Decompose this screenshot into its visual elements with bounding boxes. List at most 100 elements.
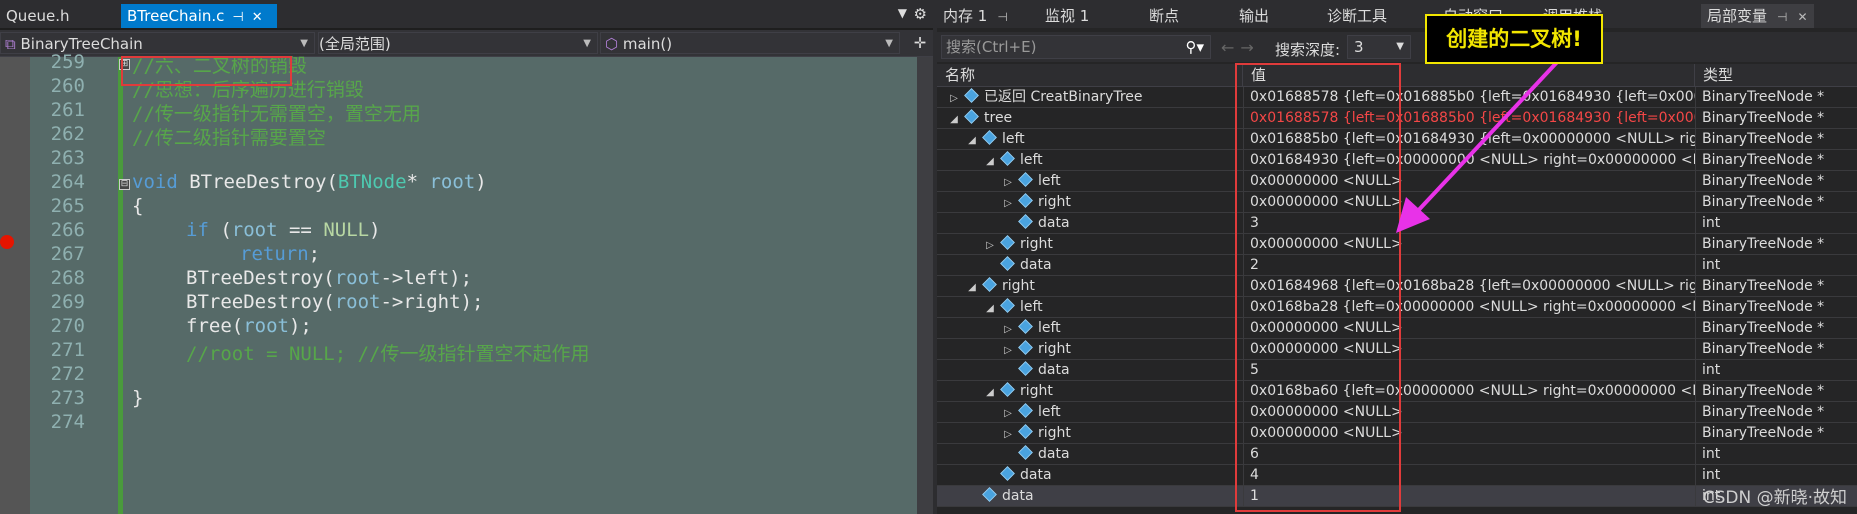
punct-token: (: [208, 219, 232, 241]
tab-dropdown-icon[interactable]: ▼: [898, 6, 907, 20]
column-header-type[interactable]: 类型: [1695, 64, 1857, 86]
search-input[interactable]: 搜索(Ctrl+E) ⚲▾: [941, 35, 1211, 59]
variable-icon: [1018, 424, 1033, 439]
cell-type: int: [1695, 465, 1845, 485]
expand-toggle-icon[interactable]: ▷: [983, 236, 997, 254]
chevron-down-icon: ▼: [583, 38, 591, 49]
param-token: root: [429, 171, 476, 193]
gear-icon[interactable]: ⚙: [914, 5, 927, 23]
breakpoint-icon[interactable]: [0, 235, 14, 249]
expand-toggle-icon[interactable]: ◢: [965, 131, 979, 149]
search-icon[interactable]: ⚲▾: [1185, 36, 1204, 58]
chevron-down-icon: ▼: [885, 38, 893, 49]
editor-tab-bar: Queue.h BTreeChain.c ⊣ ✕ ▼ ⚙: [0, 0, 933, 28]
param-token: root: [243, 315, 289, 337]
variable-icon: [1018, 403, 1033, 418]
keyword: return: [240, 243, 309, 265]
line-number: 273: [50, 387, 85, 409]
line-number: 272: [50, 363, 85, 385]
variable-name: right: [1020, 383, 1053, 399]
breakpoint-gutter[interactable]: [0, 57, 30, 514]
variable-icon: [1000, 466, 1015, 481]
cell-type: int: [1695, 255, 1845, 275]
variable-name: left: [1002, 131, 1025, 147]
cell-name: ▷ 已返回 CreatBinaryTree: [937, 87, 1247, 107]
tab-locals[interactable]: 局部变量 ⊣ ✕: [1701, 4, 1814, 28]
change-indicator-bar: [118, 57, 123, 514]
editor-scrollbar[interactable]: [917, 57, 933, 514]
member-token: ->right: [380, 291, 461, 313]
expand-toggle-icon[interactable]: ▷: [1001, 173, 1015, 191]
tab-memory-1[interactable]: 内存 1 ⊣: [937, 4, 1014, 28]
pin-icon[interactable]: ⊣: [232, 6, 243, 30]
variable-name: data: [1038, 446, 1070, 462]
close-icon[interactable]: ✕: [252, 6, 263, 30]
close-icon[interactable]: ✕: [1797, 5, 1807, 29]
variable-icon: [982, 487, 997, 502]
tab-label: 内存 1: [943, 7, 988, 25]
expand-toggle-icon[interactable]: ◢: [983, 152, 997, 170]
cell-type: BinaryTreeNode *: [1695, 108, 1845, 128]
tab-diagnostics[interactable]: 诊断工具: [1321, 4, 1393, 28]
tab-label: 断点: [1149, 7, 1180, 25]
cell-type: BinaryTreeNode *: [1695, 339, 1845, 359]
variable-icon: [1018, 193, 1033, 208]
cell-name: ◢ right: [937, 276, 1265, 296]
expand-toggle-icon[interactable]: ▷: [1001, 404, 1015, 422]
scope-dropdown[interactable]: (全局范围) ▼: [318, 32, 598, 54]
expand-toggle-icon[interactable]: ◢: [983, 383, 997, 401]
punct-token: );: [288, 315, 312, 337]
expand-toggle-icon[interactable]: ▷: [1001, 341, 1015, 359]
tab-breakpoints[interactable]: 断点: [1143, 4, 1185, 28]
function-icon: ⬡: [605, 35, 623, 53]
tab-watch-1[interactable]: 监视 1: [1039, 4, 1095, 28]
tab-btreechain-c[interactable]: BTreeChain.c ⊣ ✕: [121, 4, 277, 28]
variable-name: data: [1038, 215, 1070, 231]
fold-toggle-icon[interactable]: ⊟: [119, 179, 130, 190]
project-icon: ⧉: [5, 35, 21, 53]
line-number: 271: [50, 339, 85, 361]
cell-type: BinaryTreeNode *: [1695, 318, 1845, 338]
column-header-name[interactable]: 名称: [937, 64, 1243, 86]
expand-toggle-icon[interactable]: ◢: [947, 110, 961, 128]
expand-toggle-icon[interactable]: ▷: [1001, 194, 1015, 212]
pin-icon[interactable]: ⊣: [997, 5, 1007, 29]
line-number: 274: [50, 411, 85, 433]
tab-label: 局部变量: [1707, 7, 1768, 25]
line-number: 265: [50, 195, 85, 217]
cell-name: ◢ right: [937, 381, 1283, 401]
tab-output[interactable]: 输出: [1233, 4, 1275, 28]
search-nav-arrows-icon[interactable]: ←→: [1221, 38, 1260, 57]
function-dropdown[interactable]: ⬡ main() ▼: [600, 32, 900, 54]
cell-type: BinaryTreeNode *: [1695, 87, 1845, 107]
variable-icon: [1000, 298, 1015, 313]
expand-toggle-icon[interactable]: ▷: [1001, 320, 1015, 338]
function-name: main(): [622, 35, 673, 53]
punct-token: );: [460, 291, 484, 313]
expand-toggle-icon[interactable]: ◢: [983, 299, 997, 317]
cell-type: BinaryTreeNode *: [1695, 150, 1845, 170]
punct-token: ;: [308, 243, 321, 265]
type-token: BTNode: [337, 171, 407, 193]
keyword: void: [132, 171, 178, 193]
expand-toggle-icon[interactable]: ▷: [947, 89, 961, 107]
tab-queue-h[interactable]: Queue.h: [0, 4, 96, 28]
watermark: CSDN @新晓·故知: [1702, 488, 1847, 508]
pin-icon[interactable]: ⊣: [1777, 5, 1787, 29]
cell-name: ◢ left: [937, 297, 1283, 317]
expand-toggle-icon[interactable]: ◢: [965, 278, 979, 296]
cell-type: BinaryTreeNode *: [1695, 129, 1845, 149]
variable-icon: [1018, 340, 1033, 355]
split-view-icon[interactable]: ✛: [909, 32, 931, 54]
code-line-if: if (root == NULL): [186, 219, 381, 241]
code-line: }: [132, 387, 144, 409]
variable-icon: [1018, 172, 1033, 187]
code-area[interactable]: 259 ⊞ //六、二叉树的销毁 260 //思想：后序遍历进行销毁 261 /…: [0, 51, 933, 514]
tab-label: Queue.h: [6, 7, 70, 25]
line-number: 267: [50, 243, 85, 265]
expand-toggle-icon[interactable]: ▷: [1001, 425, 1015, 443]
line-number: 261: [50, 99, 85, 121]
cell-type: BinaryTreeNode *: [1695, 381, 1845, 401]
variable-icon: [1018, 361, 1033, 376]
variable-icon: [1000, 235, 1015, 250]
